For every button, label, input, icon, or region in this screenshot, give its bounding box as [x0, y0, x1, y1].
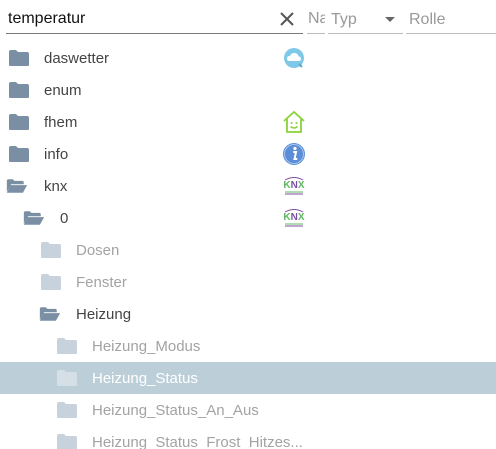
- folder-open-icon: [39, 307, 61, 321]
- tree-row-fhem[interactable]: fhem: [0, 106, 496, 138]
- tree-row-label: enum: [44, 82, 82, 99]
- tree-row-label: daswetter: [44, 50, 110, 67]
- tree-row-label: Heizung_Status_Frost_Hitzes...: [92, 434, 303, 449]
- tree-row-dosen[interactable]: Dosen: [0, 234, 496, 266]
- tree-row-label: Heizung_Status: [92, 370, 198, 387]
- tree-row-0[interactable]: 0 KNX: [0, 202, 496, 234]
- folder-closed-icon: [57, 370, 77, 386]
- name-filter-field: [307, 6, 325, 34]
- folder-closed-icon: [9, 50, 29, 66]
- tree-row-heizung[interactable]: Heizung: [0, 298, 496, 330]
- folder-closed-icon: [9, 82, 29, 98]
- tree-row-label: Heizung: [76, 306, 132, 323]
- tree-row-heizung-modus[interactable]: Heizung_Modus: [0, 330, 496, 362]
- tree-row-heizung-status-an-aus[interactable]: Heizung_Status_An_Aus: [0, 394, 496, 426]
- daswetter-icon: [284, 48, 304, 68]
- tree-row-label: knx: [44, 178, 68, 195]
- folder-closed-icon: [41, 242, 61, 258]
- tree-row-fenster[interactable]: Fenster: [0, 266, 496, 298]
- knx-icon: KNX: [283, 209, 305, 227]
- tree-row-info[interactable]: info: [0, 138, 496, 170]
- type-filter-select[interactable]: Typ: [328, 6, 403, 34]
- svg-text:KNX: KNX: [283, 180, 304, 191]
- tree-row-label: fhem: [44, 114, 78, 131]
- tree-row-label: Dosen: [76, 242, 120, 259]
- filter-bar: Typ: [0, 0, 496, 40]
- svg-text:KNX: KNX: [283, 212, 304, 223]
- folder-closed-icon: [57, 434, 77, 449]
- role-filter-input[interactable]: [409, 9, 489, 31]
- chevron-down-icon: [385, 17, 395, 22]
- folder-open-icon: [23, 211, 45, 225]
- tree-row-knx[interactable]: knx KNX: [0, 170, 496, 202]
- tree-row-enum[interactable]: enum: [0, 74, 496, 106]
- folder-closed-icon: [9, 146, 29, 162]
- knx-icon: KNX: [283, 177, 305, 195]
- folder-closed-icon: [57, 338, 77, 354]
- tree-row-label: info: [44, 146, 69, 163]
- tree-row-label: Fenster: [76, 274, 127, 291]
- role-filter-field: [406, 6, 496, 34]
- type-filter-label: Typ: [331, 11, 357, 28]
- fhem-icon: [283, 110, 305, 133]
- tree-row-label: Heizung_Status_An_Aus: [92, 402, 259, 419]
- clear-search-icon[interactable]: [277, 9, 297, 29]
- search-field: [6, 6, 303, 34]
- tree-row-heizung-status-frost-hitzeschutz[interactable]: Heizung_Status_Frost_Hitzes...: [0, 426, 496, 449]
- folder-closed-icon: [57, 402, 77, 418]
- folder-closed-icon: [9, 114, 29, 130]
- info-icon: [283, 143, 305, 165]
- tree-row-heizung-status[interactable]: Heizung_Status: [0, 362, 496, 394]
- tree-row-label: Heizung_Modus: [92, 338, 201, 355]
- tree-row-label: 0: [60, 210, 69, 227]
- object-tree: daswetter enum fhem info knx KNX 0 KNX D…: [0, 42, 496, 449]
- search-input[interactable]: [8, 8, 276, 30]
- folder-open-icon: [6, 179, 28, 193]
- name-filter-input[interactable]: [308, 8, 325, 30]
- folder-closed-icon: [41, 274, 61, 290]
- tree-row-daswetter[interactable]: daswetter: [0, 42, 496, 74]
